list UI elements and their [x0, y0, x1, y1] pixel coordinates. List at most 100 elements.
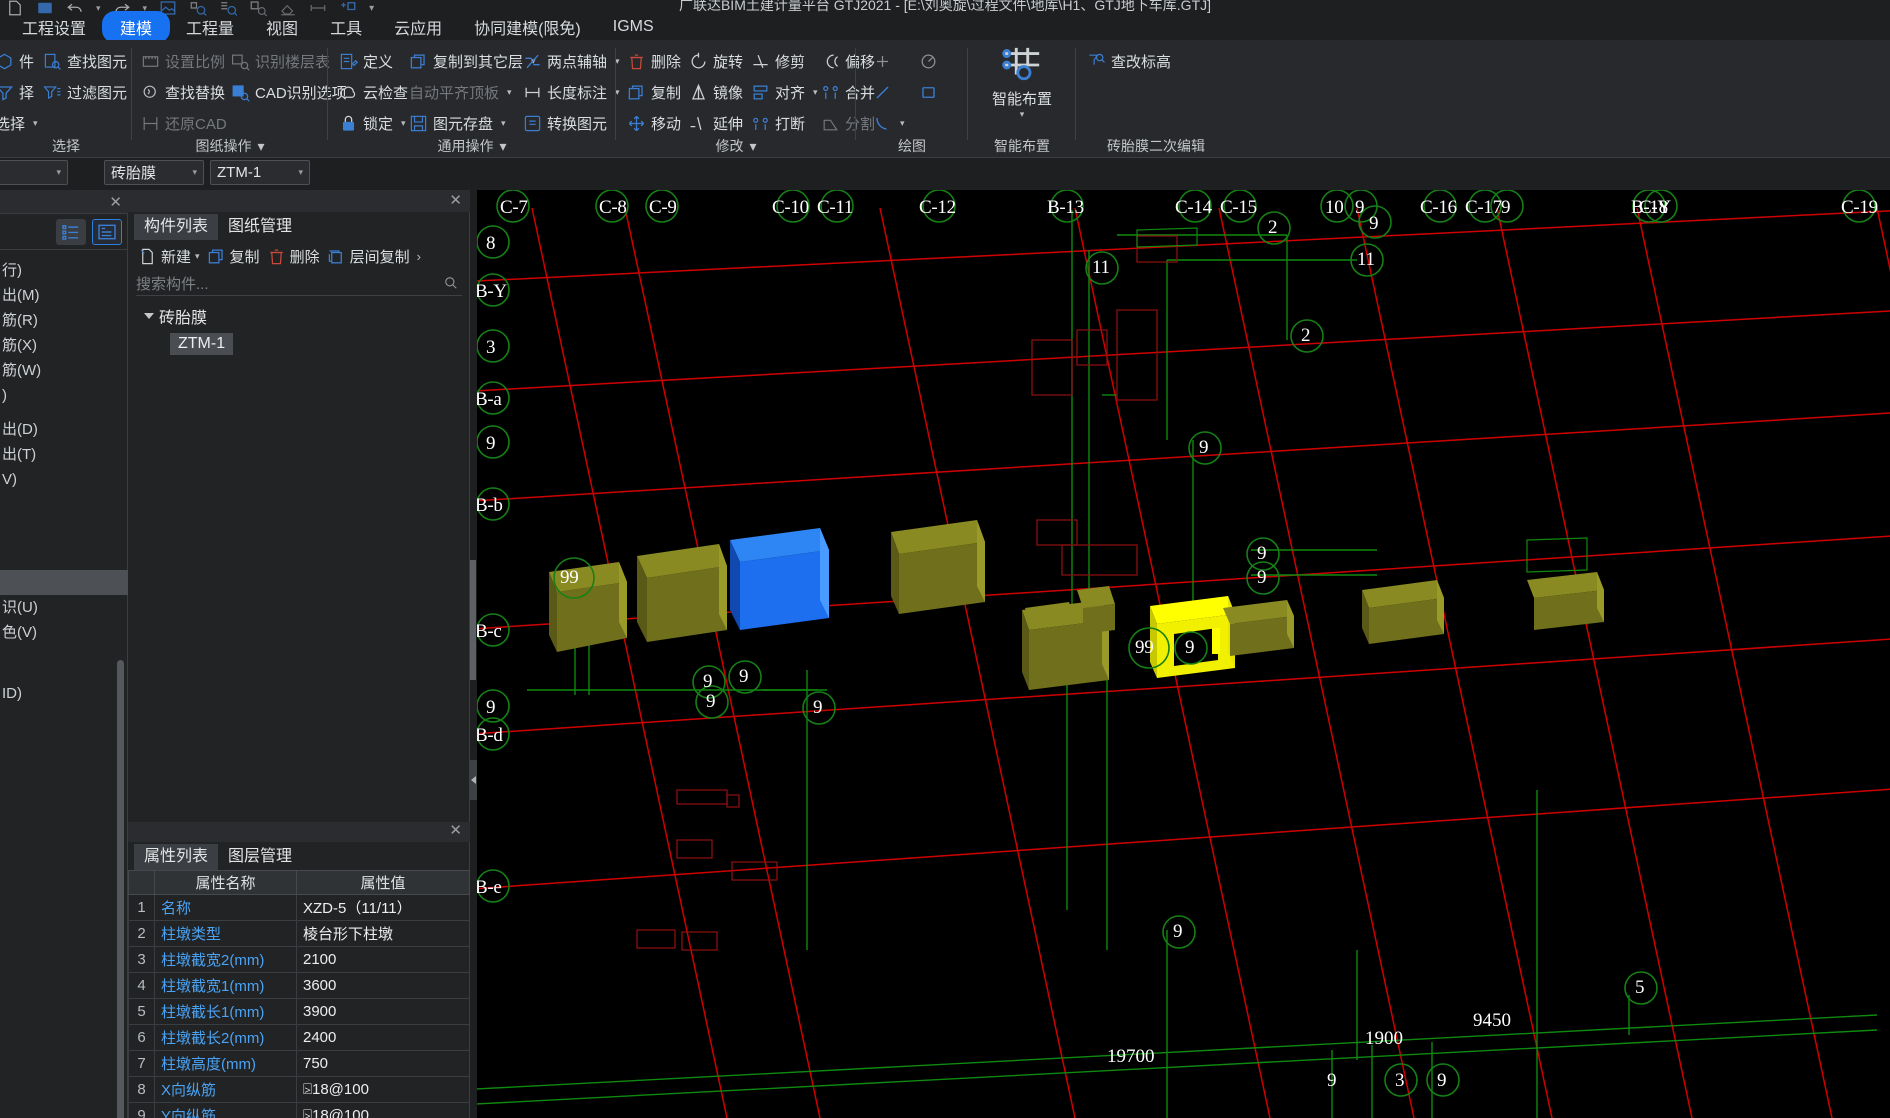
ribbon-item-identify-floor-table[interactable]: 识别楼层表 [228, 46, 333, 77]
ribbon-item-select-dropdown[interactable]: 选择 ▾ [0, 108, 41, 139]
table-row[interactable]: 5 柱墩截长1(mm) 3900 [128, 998, 470, 1025]
ribbon-item-draw-circle[interactable] [916, 46, 941, 77]
row-value[interactable]: 3600 [296, 972, 470, 999]
context-menu-item-5[interactable]: ) [0, 383, 128, 408]
component-tree-group[interactable]: 砖胎膜 [136, 302, 462, 330]
table-row[interactable]: 7 柱墩高度(mm) 750 [128, 1050, 470, 1077]
list-view-button[interactable] [56, 219, 86, 245]
menu-item-1[interactable]: 建模 [102, 11, 171, 43]
context-menu-item-11[interactable] [0, 570, 128, 595]
ribbon-item-draw-point[interactable] [870, 46, 895, 77]
tab-property-list[interactable]: 属性列表 [134, 844, 219, 870]
ribbon-item-save-element[interactable]: 图元存盘 ▾ [406, 108, 509, 139]
new-component-button[interactable]: 新建 ▾ [136, 246, 202, 267]
close-icon[interactable]: ✕ [449, 821, 462, 839]
close-icon[interactable]: ✕ [449, 191, 462, 209]
ribbon-item-find-replace[interactable]: 查找替换 [138, 77, 228, 108]
component-selector[interactable]: ZTM-1 ▾ [210, 160, 310, 185]
ribbon-item-trim[interactable]: 修剪 [748, 46, 808, 77]
ribbon-item-set-scale[interactable]: 设置比例 [138, 46, 228, 77]
category-selector[interactable]: 砖胎膜 ▾ [104, 160, 204, 185]
row-value[interactable]: ⍄18@100 [296, 1076, 470, 1103]
ribbon-item-lock[interactable]: 锁定 ▾ [336, 108, 409, 139]
ribbon-item-align[interactable]: 对齐 ▾ [748, 77, 821, 108]
menu-item-4[interactable]: 工具 [314, 11, 378, 43]
copy-component-button[interactable]: 复制 [205, 246, 262, 267]
row-value[interactable]: 2100 [296, 946, 470, 973]
ribbon-item-move[interactable]: 移动 [624, 108, 684, 139]
detail-view-button[interactable] [92, 219, 122, 245]
menu-item-3[interactable]: 视图 [250, 11, 314, 43]
ribbon-item-define[interactable]: 定义 [336, 46, 396, 77]
close-icon[interactable]: ✕ [109, 193, 122, 211]
context-menu-item-3[interactable]: 筋(X) [0, 333, 128, 358]
ribbon-item-filter-element[interactable]: 过滤图元 [40, 77, 130, 108]
context-menu-item-7[interactable]: 出(D) [0, 417, 128, 442]
context-menu-item-9[interactable]: V) [0, 467, 128, 492]
ribbon-item-two-point-axis[interactable]: 两点辅轴 ▾ [520, 46, 623, 77]
menu-item-2[interactable]: 工程量 [170, 11, 250, 43]
ribbon-item-break[interactable]: 打断 [748, 108, 808, 139]
table-row[interactable]: 4 柱墩截宽1(mm) 3600 [128, 972, 470, 999]
tab-component-list[interactable]: 构件列表 [134, 214, 219, 240]
context-menu-item-8[interactable]: 出(T) [0, 442, 128, 467]
table-row[interactable]: 8 X向纵筋 ⍄18@100 [128, 1076, 470, 1103]
ribbon-item-copy-to-other-floor[interactable]: 复制到其它层 ▾ [406, 46, 539, 77]
table-row[interactable]: 9 Y向纵筋 ⍄18@100 [128, 1102, 470, 1118]
ribbon-item-auto-align-top[interactable]: 自动平齐顶板 ▾ [406, 77, 515, 108]
menu-item-7[interactable]: IGMS [597, 14, 670, 40]
canvas-vertical-scrollbar[interactable] [470, 560, 476, 680]
component-search-field[interactable]: 搜索构件... [136, 272, 462, 296]
ribbon-item-mirror[interactable]: 镜像 [686, 77, 746, 108]
ribbon-group-label-wrap[interactable]: 修改 ▾ [616, 136, 856, 156]
menu-item-6[interactable]: 协同建模(限免) [458, 11, 597, 43]
ribbon-item-restore-cad[interactable]: 还原CAD [138, 108, 230, 139]
chevron-right-icon[interactable]: › [417, 249, 421, 264]
floor-selector[interactable]: 基础 ▾ [0, 160, 68, 185]
context-menu-scrollbar[interactable] [117, 660, 124, 1118]
cad-viewport[interactable]: C-7 C-8 C-9 C-10 C-11 C-12 B-13 C-14 C-1… [477, 190, 1890, 1118]
ribbon-item-convert-element[interactable]: 转换图元 [520, 108, 610, 139]
tab-layer-manage[interactable]: 图层管理 [218, 844, 302, 870]
row-value[interactable]: 3900 [296, 998, 470, 1025]
table-row[interactable]: 3 柱墩截宽2(mm) 2100 [128, 946, 470, 973]
table-row[interactable]: 1 名称 XZD-5（11/11） [128, 894, 470, 921]
row-value[interactable]: 棱台形下柱墩 [296, 920, 470, 947]
ribbon-item-draw-rect[interactable] [916, 77, 941, 108]
tab-drawing-manage[interactable]: 图纸管理 [218, 214, 302, 240]
row-value[interactable]: XZD-5（11/11） [296, 894, 470, 921]
menu-item-5[interactable]: 云应用 [378, 11, 458, 43]
ribbon-item-extend[interactable]: 延伸 [686, 108, 746, 139]
context-menu-item-12[interactable]: 识(U) [0, 595, 128, 620]
table-row[interactable]: 6 柱墩截长2(mm) 2400 [128, 1024, 470, 1051]
context-menu-item-13[interactable]: 色(V) [0, 620, 128, 645]
context-menu-item-0[interactable]: 行) [0, 258, 128, 283]
ribbon-item-select-filter[interactable]: 择 [0, 77, 37, 108]
ribbon-group-label-wrap[interactable]: 图纸操作 ▾ [132, 136, 328, 156]
table-row[interactable]: 2 柱墩类型 棱台形下柱墩 [128, 920, 470, 947]
ribbon-item-delete[interactable]: 删除 [624, 46, 684, 77]
ribbon-item-find-element[interactable]: 查找图元 [40, 46, 130, 77]
context-menu-item-15[interactable]: ID) [0, 681, 128, 706]
delete-component-button[interactable]: 删除 [265, 246, 322, 267]
chevron-down-icon[interactable]: ▾ [968, 109, 1076, 120]
row-value[interactable]: 750 [296, 1050, 470, 1077]
component-tree-item[interactable]: ZTM-1 [170, 330, 462, 358]
ribbon-item-copy[interactable]: 复制 [624, 77, 684, 108]
row-value[interactable]: ⍄18@100 [296, 1102, 470, 1118]
smart-layout-button[interactable]: 智能布置 ▾ [968, 44, 1076, 120]
ribbon-item-select-element[interactable]: 件 [0, 46, 37, 77]
search-icon[interactable] [444, 276, 458, 290]
menu-item-0[interactable]: 工程设置 [6, 11, 102, 43]
context-menu-item-2[interactable]: 筋(R) [0, 308, 128, 333]
ribbon-item-draw-line[interactable] [870, 77, 895, 108]
ribbon-item-rotate[interactable]: 旋转 [686, 46, 746, 77]
ribbon-item-draw-arc[interactable]: ▾ [870, 108, 908, 139]
ribbon-group-label-wrap[interactable]: 通用操作 ▾ [328, 136, 616, 156]
ribbon-item-cloud-check[interactable]: 云检查 [336, 77, 411, 108]
row-value[interactable]: 2400 [296, 1024, 470, 1051]
context-menu-item-4[interactable]: 筋(W) [0, 358, 128, 383]
ribbon-item-edit-elevation[interactable]: 查改标高 [1084, 46, 1174, 77]
ribbon-item-length-dimension[interactable]: 长度标注 ▾ [520, 77, 623, 108]
floor-copy-button[interactable]: 层间复制 [325, 246, 412, 267]
